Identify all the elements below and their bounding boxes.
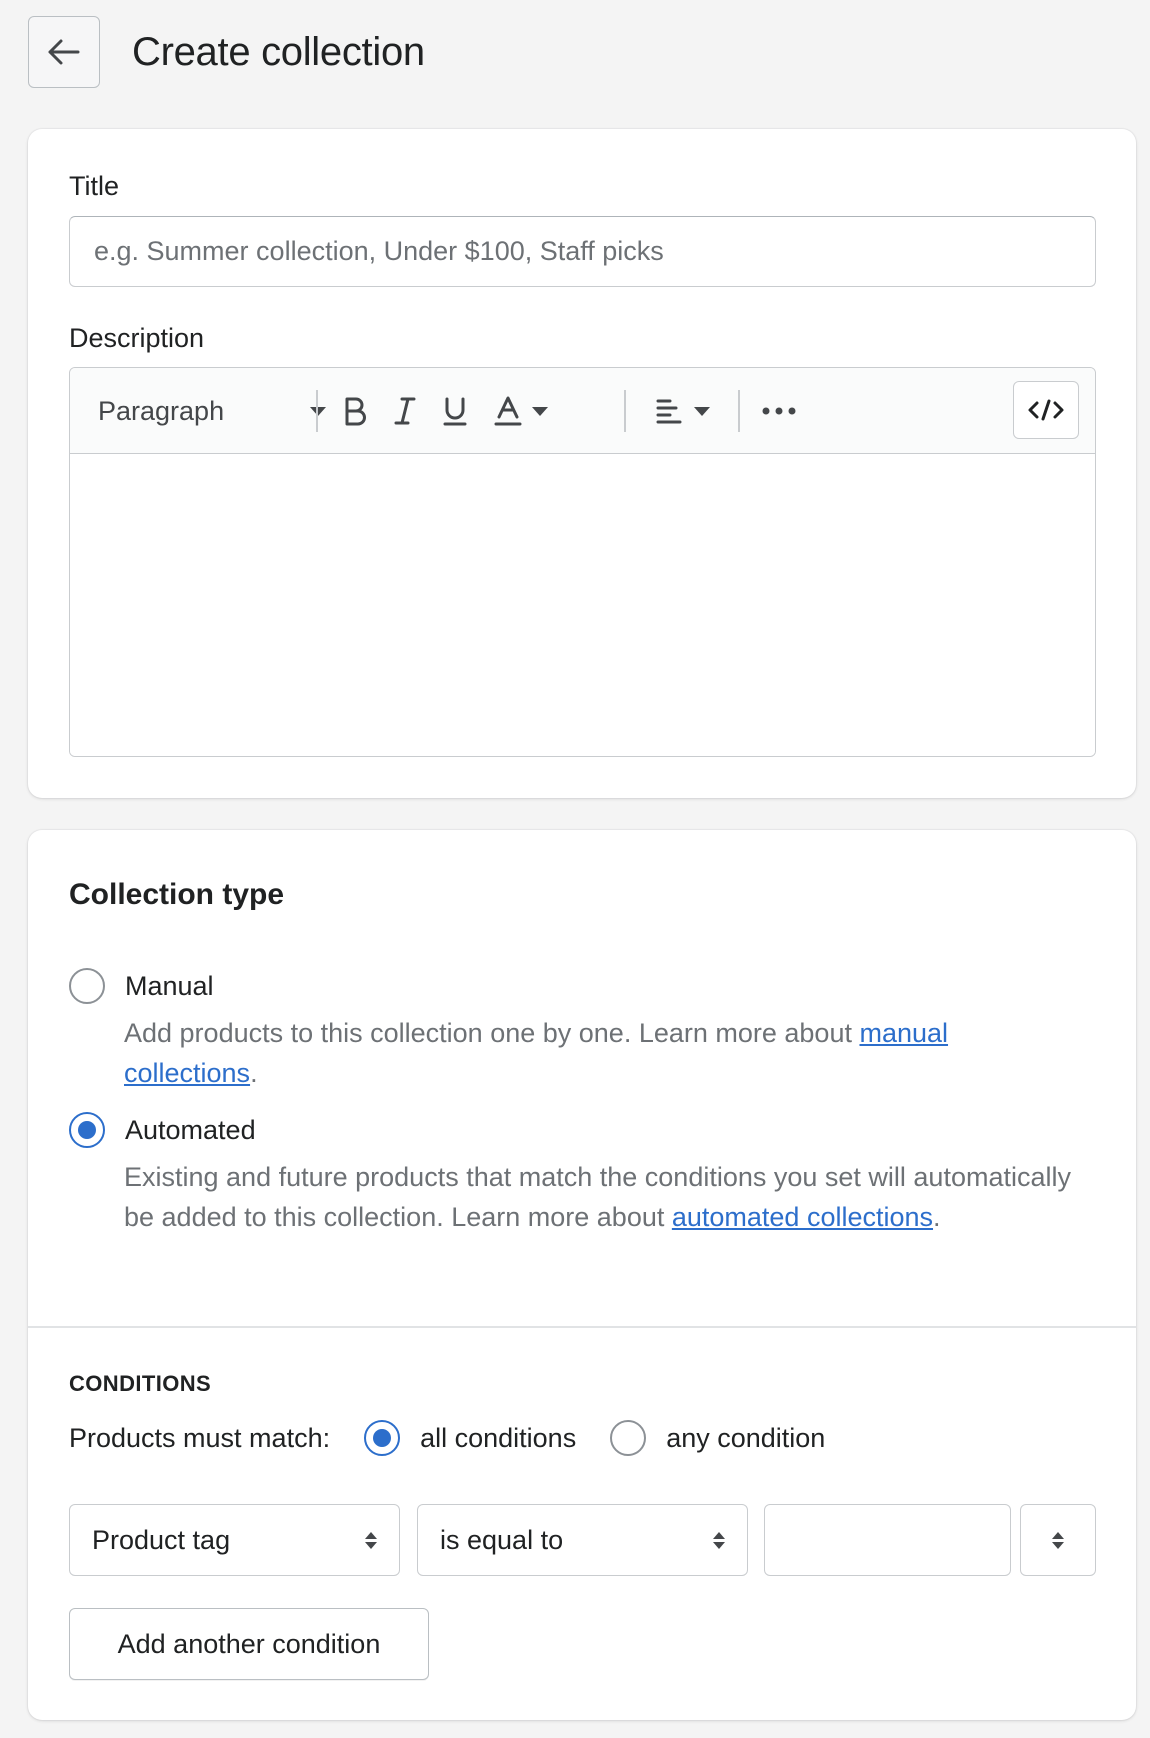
automated-option[interactable]: Automated (69, 1112, 256, 1148)
italic-button[interactable] (382, 368, 428, 454)
more-options-button[interactable] (754, 368, 804, 454)
condition-operator-select[interactable]: is equal to (417, 1504, 748, 1576)
italic-icon (394, 397, 416, 425)
details-card: Title Description Paragraph (28, 129, 1136, 798)
code-icon (1028, 399, 1064, 421)
underline-button[interactable] (432, 368, 478, 454)
title-input[interactable] (69, 216, 1096, 287)
text-color-icon (494, 396, 522, 426)
underline-icon (443, 397, 467, 426)
arrow-left-icon (48, 39, 80, 65)
all-conditions-label: all conditions (420, 1422, 577, 1453)
conditions-title: CONDITIONS (69, 1371, 212, 1396)
show-html-button[interactable] (1013, 381, 1079, 439)
description-label: Description (69, 323, 205, 353)
more-horizontal-icon (762, 407, 796, 415)
condition-field-select[interactable]: Product tag (69, 1504, 400, 1576)
description-textarea[interactable] (70, 454, 1095, 756)
select-arrows-icon (365, 1531, 377, 1549)
manual-help-copy: Add products to this collection one by o… (124, 1018, 860, 1048)
condition-operator-value: is equal to (440, 1524, 564, 1555)
select-arrows-icon (1052, 1531, 1064, 1549)
select-arrows-icon (713, 1531, 725, 1549)
bold-button[interactable] (332, 368, 378, 454)
back-button[interactable] (28, 16, 100, 88)
match-row: Products must match: all conditions any … (69, 1414, 825, 1462)
any-condition-label: any condition (666, 1422, 826, 1453)
section-divider (28, 1326, 1136, 1328)
bold-icon (345, 397, 366, 426)
manual-label: Manual (125, 970, 214, 1001)
match-label: Products must match: (69, 1422, 331, 1453)
manual-radio[interactable] (69, 968, 105, 1004)
automated-help-text: Existing and future products that match … (124, 1157, 1084, 1237)
any-condition-radio[interactable] (610, 1420, 647, 1456)
chevron-down-icon (310, 406, 326, 416)
toolbar-divider (624, 390, 626, 432)
automated-collections-link[interactable]: automated collections (672, 1202, 933, 1232)
condition-value-input[interactable] (764, 1504, 1011, 1576)
paragraph-format-select[interactable]: Paragraph (98, 368, 326, 454)
add-condition-button[interactable]: Add another condition (69, 1608, 429, 1680)
condition-value-dropdown[interactable] (1020, 1504, 1096, 1576)
manual-option[interactable]: Manual (69, 968, 214, 1004)
collection-type-title: Collection type (69, 878, 285, 911)
manual-help-text: Add products to this collection one by o… (124, 1013, 1084, 1093)
all-conditions-radio[interactable] (364, 1420, 401, 1456)
chevron-down-icon (532, 406, 548, 416)
description-editor: Paragraph (69, 367, 1096, 757)
page-header: Create collection (28, 16, 425, 88)
manual-help-period: . (250, 1058, 258, 1088)
text-color-button[interactable] (488, 368, 554, 454)
page-title: Create collection (132, 29, 425, 74)
align-button[interactable] (648, 368, 718, 454)
title-label: Title (69, 171, 120, 201)
condition-field-value: Product tag (92, 1524, 231, 1555)
collection-type-card: Collection type Manual Add products to t… (28, 830, 1136, 1720)
toolbar-divider (738, 390, 740, 432)
automated-radio[interactable] (69, 1112, 105, 1148)
all-conditions-option[interactable]: all conditions (364, 1420, 576, 1456)
automated-label: Automated (125, 1114, 256, 1145)
automated-help-period: . (933, 1202, 941, 1232)
any-condition-option[interactable]: any condition (610, 1420, 825, 1456)
align-left-icon (656, 399, 682, 424)
toolbar-divider (316, 390, 318, 432)
editor-toolbar: Paragraph (70, 368, 1095, 454)
paragraph-format-label: Paragraph (98, 395, 225, 426)
chevron-down-icon (694, 406, 710, 416)
